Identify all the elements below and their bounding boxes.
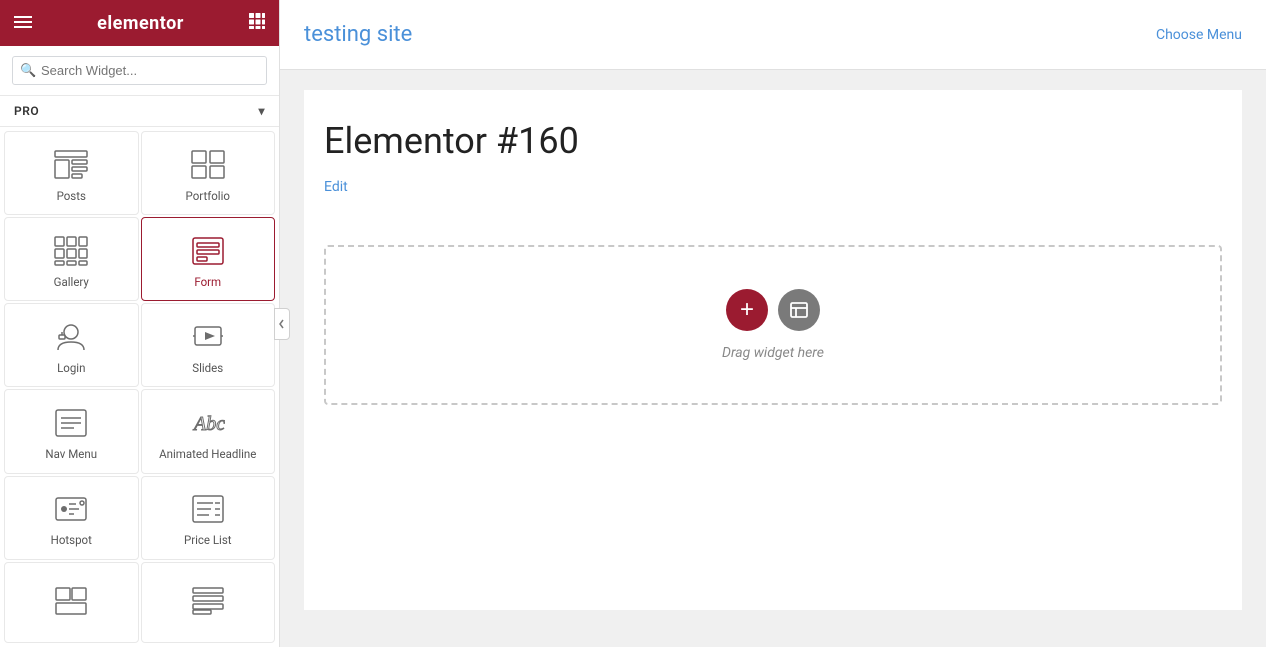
widget-11-icon [53, 583, 89, 619]
grid-icon[interactable] [249, 13, 265, 33]
widget-item-nav-menu[interactable]: Nav Menu [4, 389, 139, 473]
drag-widget-label: Drag widget here [722, 345, 824, 361]
posts-icon [53, 147, 89, 183]
pro-filter-label: PRO [14, 104, 39, 118]
canvas-area: Elementor #160 Edit + Drag widget here [280, 70, 1266, 647]
posts-label: Posts [57, 189, 86, 204]
price-list-icon [190, 491, 226, 527]
edit-button[interactable]: Edit [324, 179, 348, 195]
add-template-button[interactable] [778, 289, 820, 331]
form-label: Form [194, 275, 221, 290]
price-list-label: Price List [184, 533, 232, 548]
widget-item-12[interactable] [141, 562, 276, 643]
add-widget-button[interactable]: + [726, 289, 768, 331]
widget-item-login[interactable]: Login [4, 303, 139, 387]
main-header: testing site Choose Menu [280, 0, 1266, 70]
page-title: Elementor #160 [324, 120, 1222, 162]
widget-item-slides[interactable]: Slides [141, 303, 276, 387]
login-label: Login [57, 361, 85, 376]
hotspot-label: Hotspot [51, 533, 92, 548]
slides-label: Slides [192, 361, 223, 376]
widget-item-11[interactable] [4, 562, 139, 643]
site-title: testing site [304, 22, 412, 47]
widget-item-form[interactable]: Form [141, 217, 276, 301]
drop-zone[interactable]: + Drag widget here [324, 245, 1222, 405]
nav-menu-label: Nav Menu [45, 447, 97, 462]
widget-item-posts[interactable]: Posts [4, 131, 139, 215]
widget-grid: Posts Portfolio [0, 127, 279, 647]
drop-zone-buttons: + [726, 289, 820, 331]
login-icon [53, 319, 89, 355]
gallery-icon [53, 233, 89, 269]
widget-item-gallery[interactable]: Gallery [4, 217, 139, 301]
hotspot-icon [53, 491, 89, 527]
collapse-sidebar-handle[interactable] [274, 308, 290, 340]
main-content: testing site Choose Menu Elementor #160 … [280, 0, 1266, 647]
hamburger-icon[interactable] [14, 13, 32, 34]
nav-menu-icon [53, 405, 89, 441]
animated-headline-label: Animated Headline [159, 447, 256, 462]
widget-item-portfolio[interactable]: Portfolio [141, 131, 276, 215]
widget-item-price-list[interactable]: Price List [141, 476, 276, 560]
gallery-label: Gallery [54, 275, 89, 290]
sidebar-header: elementor [0, 0, 279, 46]
chevron-down-icon: ▾ [258, 104, 265, 118]
search-icon: 🔍 [20, 63, 36, 78]
form-icon [190, 233, 226, 269]
portfolio-label: Portfolio [186, 189, 230, 204]
widget-item-hotspot[interactable]: Hotspot [4, 476, 139, 560]
widget-item-animated-headline[interactable]: Abc Animated Headline [141, 389, 276, 473]
search-input[interactable] [12, 56, 267, 85]
pro-filter[interactable]: PRO ▾ [0, 96, 279, 127]
elementor-logo: elementor [97, 13, 184, 34]
animated-headline-icon: Abc [190, 405, 226, 441]
search-bar: 🔍 [0, 46, 279, 96]
sidebar: elementor 🔍 PRO ▾ [0, 0, 280, 647]
portfolio-icon [190, 147, 226, 183]
page-content: Elementor #160 Edit + Drag widget here [304, 90, 1242, 610]
widget-12-icon [190, 583, 226, 619]
choose-menu-button[interactable]: Choose Menu [1156, 27, 1242, 43]
svg-text:Abc: Abc [192, 413, 225, 435]
slides-icon [190, 319, 226, 355]
